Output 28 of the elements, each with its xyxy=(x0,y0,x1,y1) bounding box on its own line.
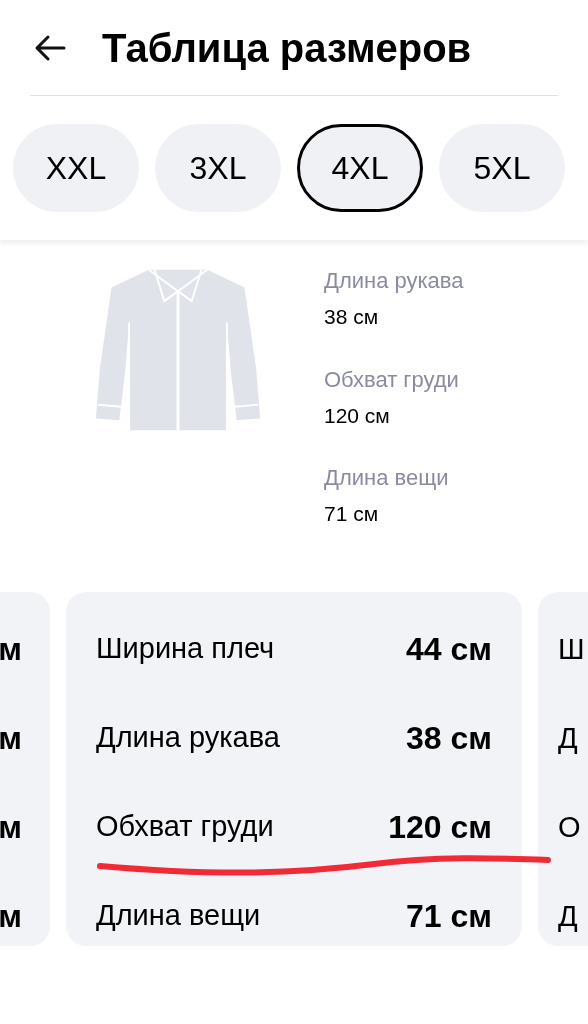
measurement-value: 120 см xyxy=(324,402,391,429)
size-label: Ширина плеч xyxy=(96,631,275,667)
size-label: Д xyxy=(558,898,579,934)
size-label: Длина рукава xyxy=(96,720,280,756)
measurement-label: Обхват груди xyxy=(324,365,460,394)
size-label: О xyxy=(558,809,582,845)
page-title: Таблица размеров xyxy=(102,24,472,72)
size-value: м xyxy=(0,807,22,847)
size-value: м xyxy=(0,629,22,669)
size-value: м xyxy=(0,718,22,758)
back-arrow-icon[interactable] xyxy=(34,33,66,62)
size-label: Длина вещи xyxy=(96,898,261,934)
size-label: Ш xyxy=(558,631,586,667)
measurement-value: 71 см xyxy=(324,501,380,527)
measurement-label: Длина рукава xyxy=(324,267,464,295)
size-value: 44 см xyxy=(406,630,492,669)
measurement-value: 38 см xyxy=(324,304,380,330)
size-value: м xyxy=(0,896,22,936)
size-value: 120 см xyxy=(388,808,492,847)
size-label: Д xyxy=(558,720,579,756)
measurement-label: Длина вещи xyxy=(324,464,450,492)
size-chip[interactable]: 5XL xyxy=(439,124,565,212)
size-value: 38 см xyxy=(406,719,492,758)
size-chip[interactable]: 4XL xyxy=(297,124,423,212)
size-value: 71 см xyxy=(406,897,492,936)
size-chip[interactable]: 3XL xyxy=(155,124,281,212)
size-label: Обхват груди xyxy=(96,809,274,845)
size-chip[interactable]: XXL xyxy=(13,124,139,212)
